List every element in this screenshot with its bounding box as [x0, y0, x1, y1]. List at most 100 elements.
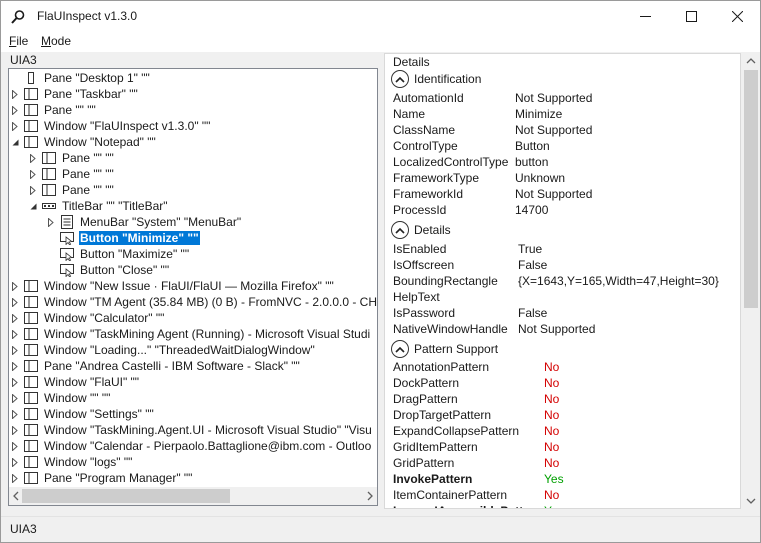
tree-scroll-thumb[interactable] [22, 489, 230, 503]
property-value: {X=1643,Y=165,Width=47,Height=30} [518, 274, 719, 288]
tree-expander[interactable] [10, 406, 20, 422]
tree-item[interactable]: TitleBar "" "TitleBar" [28, 198, 169, 214]
tree-expander[interactable] [28, 150, 38, 166]
tree-expander[interactable] [10, 374, 20, 390]
tree-expander-spacer [10, 70, 20, 86]
tree-item[interactable]: Button "Minimize" "" [46, 230, 200, 246]
expand-icon [12, 89, 18, 99]
expand-icon [12, 425, 18, 435]
tree-item-label: Window "FlaUInspect v1.3.0" "" [44, 119, 211, 133]
tree-expander[interactable] [10, 438, 20, 454]
property-row: LocalizedControlType button [393, 155, 733, 171]
tree-item[interactable]: Window "Notepad" "" [10, 134, 157, 150]
tree-item[interactable]: Window "logs" "" [10, 454, 133, 470]
minimize-button[interactable] [622, 1, 668, 32]
property-row: ClassName Not Supported [393, 123, 733, 139]
tree-item[interactable]: Pane "" "" [10, 102, 97, 118]
tree-expander[interactable] [10, 454, 20, 470]
property-row: FrameworkId Not Supported [393, 187, 733, 203]
property-name: IsEnabled [393, 242, 447, 256]
tree-expander[interactable] [10, 390, 20, 406]
property-row: ItemContainerPattern No [393, 488, 733, 504]
element-tree[interactable]: Pane "Desktop 1" "" Pane "Taskbar" "" Pane… [8, 68, 378, 506]
tree-item[interactable]: Pane "" "" [28, 150, 115, 166]
tree-item-label: Window "Notepad" "" [44, 135, 156, 149]
details-vertical-scrollbar[interactable] [742, 53, 760, 509]
tree-item[interactable]: Window "Loading..." "ThreadedWaitDialogW… [10, 342, 316, 358]
property-value: Yes [544, 504, 564, 508]
property-row: LegacyIAccessiblePatternYes [393, 504, 733, 508]
tree-horizontal-scrollbar[interactable] [9, 487, 377, 505]
collapse-group-button[interactable] [391, 70, 409, 88]
maximize-button[interactable] [668, 1, 714, 32]
details-scroll-thumb[interactable] [744, 70, 758, 308]
tree-item[interactable]: Window "Calculator" "" [10, 310, 165, 326]
tree-expander[interactable] [10, 358, 20, 374]
pane-icon [24, 471, 38, 485]
tree-item[interactable]: MenuBar "System" "MenuBar" [46, 214, 242, 230]
tree-expander[interactable] [10, 422, 20, 438]
tree-expander[interactable] [28, 198, 38, 214]
menu-mode[interactable]: Mode [41, 34, 71, 48]
collapse-group-button[interactable] [391, 340, 409, 358]
tree-item[interactable]: Button "Close" "" [46, 262, 170, 278]
tree-item[interactable]: Window "TaskMining Agent (Running) - Mic… [10, 326, 371, 342]
tree-expander[interactable] [28, 182, 38, 198]
tree-item-label: Pane "" "" [62, 151, 114, 165]
property-row: AutomationId Not Supported [393, 91, 733, 107]
tree-item[interactable]: Window "FlaUI" "" [10, 374, 140, 390]
tree-item[interactable]: Window "Settings" "" [10, 406, 155, 422]
tree-expander[interactable] [10, 470, 20, 486]
window-title: FlaUInspect v1.3.0 [37, 9, 138, 23]
status-bar: UIA3 [1, 516, 760, 542]
pane-icon [24, 103, 38, 117]
property-value: Not Supported [515, 91, 593, 105]
property-name: BoundingRectangle [393, 274, 498, 288]
menu-file[interactable]: File [9, 34, 28, 48]
close-button[interactable] [714, 1, 760, 32]
collapse-group-button[interactable] [391, 221, 409, 239]
tree-item[interactable]: Window "" "" [10, 390, 111, 406]
tree-expander[interactable] [10, 278, 20, 294]
tree-item-label: Window "New Issue · FlaUI/FlaUI — Mozill… [44, 279, 334, 293]
tree-expander[interactable] [10, 342, 20, 358]
tree-item[interactable]: Pane "" "" [28, 182, 115, 198]
property-value: 14700 [515, 203, 549, 217]
tree-item[interactable]: Button "Maximize" "" [46, 246, 190, 262]
tree-item[interactable]: Window "Calendar - Pierpaolo.Battaglione… [10, 438, 372, 454]
tree-item[interactable]: Pane "Program Manager" "" [10, 470, 193, 486]
tree-item[interactable]: Pane "Andrea Castelli - IBM Software - S… [10, 358, 301, 374]
pane-icon [42, 183, 56, 197]
tree-expander[interactable] [10, 86, 20, 102]
tree-expander[interactable] [10, 134, 20, 150]
tree-item[interactable]: Pane "Taskbar" "" [10, 86, 139, 102]
tree-item-label: Window "Loading..." "ThreadedWaitDialogW… [44, 343, 315, 357]
property-row: Name Minimize [393, 107, 733, 123]
tree-item[interactable]: Window "TM Agent (35.84 MB) (0 B) - From… [10, 294, 377, 310]
tree-item[interactable]: Window "New Issue · FlaUI/FlaUI — Mozill… [10, 278, 335, 294]
tree-item[interactable]: Pane "" "" [28, 166, 115, 182]
tree-expander[interactable] [10, 294, 20, 310]
tree-item-label: Window "Calculator" "" [44, 311, 165, 325]
tree-item-label: Window "FlaUI" "" [44, 375, 140, 389]
property-value: Not Supported [518, 322, 596, 336]
property-name: NativeWindowHandle [393, 322, 508, 336]
tree-item[interactable]: Pane "Desktop 1" "" [10, 70, 151, 86]
button-icon [60, 231, 74, 245]
tree-expander[interactable] [10, 310, 20, 326]
tree-item-label: Button "Maximize" "" [80, 247, 190, 261]
property-value: Unknown [515, 171, 566, 185]
tree-item[interactable]: Window "TaskMining.Agent.UI - Microsoft … [10, 422, 373, 438]
property-row: IsPassword False [393, 306, 733, 322]
scroll-up-icon [746, 58, 756, 64]
maximize-icon [685, 11, 697, 22]
property-value: Minimize [515, 107, 563, 121]
tree-item[interactable]: Window "FlaUInspect v1.3.0" "" [10, 118, 211, 134]
group-header-label: Pattern Support [414, 342, 499, 356]
tree-expander[interactable] [46, 214, 56, 230]
tree-expander[interactable] [10, 326, 20, 342]
tree-item-label: Button "Close" "" [80, 263, 170, 277]
tree-expander[interactable] [10, 118, 20, 134]
tree-expander[interactable] [10, 102, 20, 118]
tree-expander[interactable] [28, 166, 38, 182]
